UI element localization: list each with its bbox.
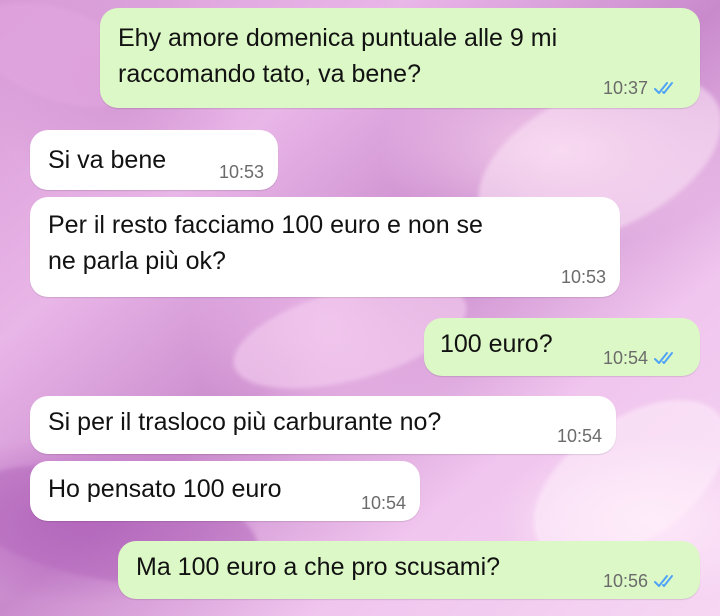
double-check-icon [654,575,673,587]
message-meta: 10:37 [603,78,680,98]
message-bubble-incoming[interactable]: Si per il trasloco più carburante no? 10… [30,396,616,454]
double-check-icon [654,352,673,364]
message-text: 100 euro? [440,330,553,358]
message-text: Si va bene [48,146,167,174]
message-meta: 10:54 [361,493,406,513]
message-meta: 10:53 [561,267,606,287]
message-text: Ehy amore domenica puntuale alle 9 mi ra… [118,24,558,88]
message-time: 10:54 [556,426,602,446]
message-time: 10:56 [602,571,648,591]
message-meta: 10:53 [219,162,264,182]
message-bubble-outgoing[interactable]: Ehy amore domenica puntuale alle 9 mi ra… [100,8,700,108]
message-text: Ma 100 euro a che pro scusami? [136,553,501,581]
message-meta: 10:54 [557,426,602,446]
message-text: Ho pensato 100 euro [48,475,282,503]
message-bubble-outgoing[interactable]: Ma 100 euro a che pro scusami? 10:56 [118,541,700,599]
message-bubble-incoming[interactable]: Per il resto facciamo 100 euro e non se … [30,197,620,297]
message-bubble-incoming[interactable]: Ho pensato 100 euro 10:54 [30,461,420,521]
message-meta: 10:54 [603,348,680,368]
message-time: 10:53 [218,162,264,182]
message-time: 10:54 [360,493,406,513]
message-text: Per il resto facciamo 100 euro e non se … [48,211,483,275]
message-text: Si per il trasloco più carburante no? [48,408,442,436]
message-time: 10:37 [602,78,648,98]
message-time: 10:53 [560,267,606,287]
message-bubble-outgoing[interactable]: 100 euro? 10:54 [424,318,700,376]
message-bubble-incoming[interactable]: Si va bene 10:53 [30,130,278,190]
message-meta: 10:56 [603,571,680,591]
message-time: 10:54 [602,348,648,368]
double-check-icon [654,82,673,94]
